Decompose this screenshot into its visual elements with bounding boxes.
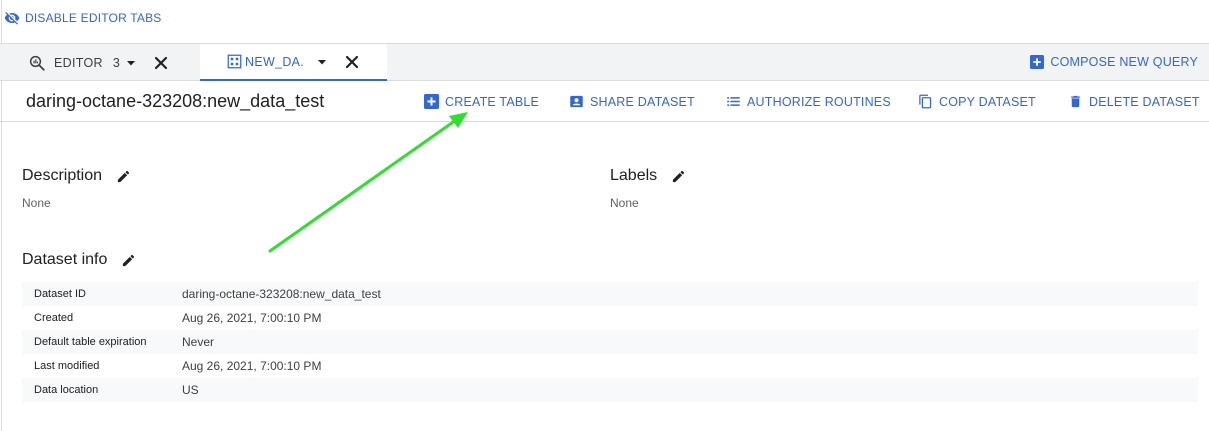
tab-editor-label: EDITOR [54,55,103,70]
tab-dataset-label: NEW_DA... [245,54,303,69]
dataset-header: daring-octane-323208:new_data_test CREAT… [0,81,1209,122]
authorize-routines-button[interactable]: AUTHORIZE ROUTINES [726,94,891,109]
table-row: Last modified Aug 26, 2021, 7:00:10 PM [22,354,1198,378]
delete-dataset-button[interactable]: DELETE DATASET [1068,94,1200,109]
info-value: Aug 26, 2021, 7:00:10 PM [182,359,322,373]
trash-icon [1071,95,1080,108]
tab-editor-count: 3 [112,55,121,70]
dataset-grid-icon [227,54,242,69]
table-row: Created Aug 26, 2021, 7:00:10 PM [22,306,1198,330]
info-key: Last modified [34,360,100,372]
labels-heading: Labels [610,167,686,185]
labels-title: Labels [610,167,658,184]
close-icon[interactable] [345,55,359,69]
dataset-info-title: Dataset info [22,251,108,268]
disable-editor-tabs-button[interactable]: DISABLE EDITOR TABS [4,10,162,26]
description-title: Description [22,167,103,184]
edit-pencil-icon[interactable] [116,169,131,184]
close-icon[interactable] [154,56,168,70]
list-icon [727,97,740,106]
info-value: daring-octane-323208:new_data_test [182,287,381,301]
dataset-info-heading: Dataset info [22,251,136,269]
top-bar: DISABLE EDITOR TABS [0,0,1209,44]
table-row: Dataset ID daring-octane-323208:new_data… [22,282,1198,306]
description-heading: Description [22,167,131,185]
info-value: Never [182,335,215,349]
share-dataset-label: SHARE DATASET [590,94,695,109]
table-row: Default table expiration Never [22,330,1198,354]
share-dataset-button[interactable]: SHARE DATASET [569,94,695,109]
add-box-icon [424,94,439,109]
tab-editor[interactable]: EDITOR 3 [0,44,200,81]
info-value: Aug 26, 2021, 7:00:10 PM [182,311,322,325]
create-table-button[interactable]: CREATE TABLE [424,94,539,109]
add-box-icon [1030,55,1045,69]
table-row: Data location US [22,378,1198,402]
dataset-info-table: Dataset ID daring-octane-323208:new_data… [22,282,1198,402]
copy-dataset-button[interactable]: COPY DATASET [918,94,1036,109]
info-value: US [182,383,199,397]
info-key: Dataset ID [34,288,86,300]
delete-dataset-label: DELETE DATASET [1089,94,1200,109]
info-key: Created [34,312,74,324]
edit-pencil-icon[interactable] [671,169,686,184]
copy-icon [919,94,932,109]
tab-dataset[interactable]: NEW_DA... [200,44,387,81]
description-value: None [22,196,51,210]
create-table-label: CREATE TABLE [445,94,540,109]
eye-off-icon [4,12,20,25]
edit-pencil-icon[interactable] [121,253,136,268]
disable-editor-tabs-label: DISABLE EDITOR TABS [25,11,162,25]
caret-down-icon[interactable] [317,57,327,67]
compose-new-query-label: COMPOSE NEW QUERY [1050,55,1198,69]
caret-down-icon[interactable] [126,58,136,68]
labels-value: None [610,196,639,210]
copy-dataset-label: COPY DATASET [939,94,1036,109]
info-key: Default table expiration [34,336,147,348]
tab-strip: EDITOR 3 NEW_DA... [0,44,1209,81]
share-person-icon [570,95,583,108]
page-title: daring-octane-323208:new_data_test [26,91,325,111]
query-search-icon [29,55,45,71]
info-key: Data location [34,384,99,396]
compose-new-query-button[interactable]: COMPOSE NEW QUERY [1030,55,1198,69]
annotation-arrow-shaft [268,118,458,253]
authorize-routines-label: AUTHORIZE ROUTINES [747,94,891,109]
